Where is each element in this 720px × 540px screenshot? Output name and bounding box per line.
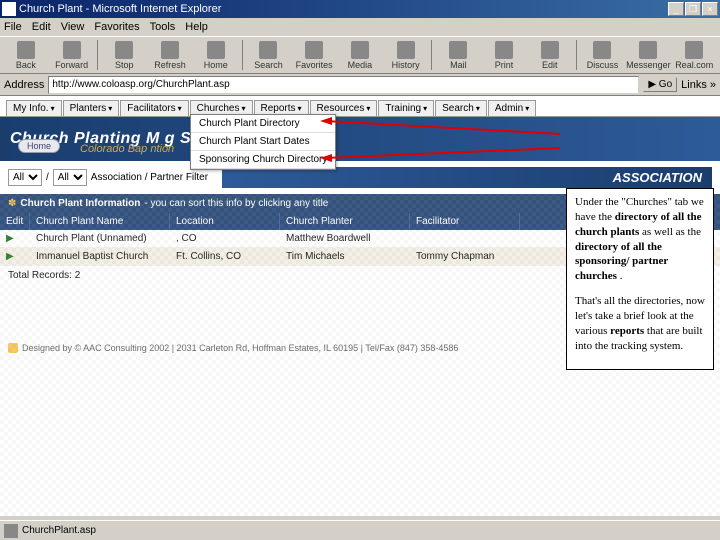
discuss-label: Discuss	[587, 60, 619, 70]
annot-text: as well as the	[642, 226, 701, 238]
status-text: ChurchPlant.asp	[22, 525, 96, 536]
edit-label: Edit	[542, 60, 558, 70]
messenger-button[interactable]: Messenger	[626, 38, 670, 72]
close-button[interactable]: ×	[702, 2, 718, 16]
dropdown-church-plant-directory[interactable]: Church Plant Directory	[191, 115, 335, 133]
media-icon	[351, 41, 369, 59]
address-label: Address	[4, 79, 44, 91]
back-button[interactable]: Back	[4, 38, 48, 72]
annot-bold: reports	[610, 325, 644, 337]
back-icon	[17, 41, 35, 59]
realcom-icon	[685, 41, 703, 59]
messenger-label: Messenger	[626, 60, 671, 70]
toolbar: Back Forward Stop Refresh Home Search Fa…	[0, 36, 720, 74]
realcom-label: Real.com	[675, 60, 713, 70]
app-banner: Home Church Planting M g System Colorado…	[0, 117, 720, 161]
filter-label: Association / Partner Filter	[91, 172, 208, 183]
media-label: Media	[348, 60, 373, 70]
tab-training[interactable]: Training	[378, 100, 434, 116]
menubar: File Edit View Favorites Tools Help	[0, 18, 720, 36]
minimize-button[interactable]: _	[668, 2, 684, 16]
print-label: Print	[495, 60, 514, 70]
discuss-button[interactable]: Discuss	[581, 38, 625, 72]
links-label[interactable]: Links »	[681, 79, 716, 91]
refresh-icon	[161, 41, 179, 59]
churches-dropdown: Church Plant Directory Church Plant Star…	[190, 114, 336, 170]
tab-myinfo[interactable]: My Info.	[6, 100, 62, 116]
restore-button[interactable]: ❐	[685, 2, 701, 16]
menu-tools[interactable]: Tools	[150, 21, 176, 33]
tab-facilitators[interactable]: Facilitators	[120, 100, 188, 116]
tab-search[interactable]: Search	[435, 100, 487, 116]
menu-view[interactable]: View	[61, 21, 85, 33]
stop-label: Stop	[115, 60, 134, 70]
filter-partner-select[interactable]: All	[53, 169, 87, 186]
edit-button[interactable]: Edit	[528, 38, 572, 72]
search-button[interactable]: Search	[247, 38, 291, 72]
annot-text: .	[620, 270, 623, 282]
back-label: Back	[16, 60, 36, 70]
tab-planters[interactable]: Planters	[63, 100, 120, 116]
mail-button[interactable]: Mail	[436, 38, 480, 72]
window-title: Church Plant - Microsoft Internet Explor…	[19, 3, 668, 15]
history-label: History	[392, 60, 420, 70]
realcom-button[interactable]: Real.com	[672, 38, 716, 72]
favorites-icon	[305, 41, 323, 59]
status-icon	[4, 524, 18, 538]
menu-edit[interactable]: Edit	[32, 21, 51, 33]
app-tabs: My Info. Planters Facilitators Churches …	[0, 96, 720, 117]
banner-home-button[interactable]: Home	[18, 139, 60, 153]
mail-label: Mail	[450, 60, 467, 70]
go-label: Go	[659, 79, 672, 90]
forward-icon	[63, 41, 81, 59]
association-header: ASSOCIATION	[222, 167, 712, 188]
stop-button[interactable]: Stop	[102, 38, 146, 72]
search-icon	[259, 41, 277, 59]
messenger-icon	[639, 41, 657, 59]
dropdown-church-plant-start-dates[interactable]: Church Plant Start Dates	[191, 133, 335, 151]
refresh-label: Refresh	[154, 60, 186, 70]
home-label: Home	[204, 60, 228, 70]
print-button[interactable]: Print	[482, 38, 526, 72]
menu-favorites[interactable]: Favorites	[94, 21, 139, 33]
filter-slash: /	[46, 172, 49, 183]
go-button[interactable]: ▶ Go	[643, 77, 677, 92]
menu-file[interactable]: File	[4, 21, 22, 33]
history-button[interactable]: History	[384, 38, 428, 72]
media-button[interactable]: Media	[338, 38, 382, 72]
menu-help[interactable]: Help	[185, 21, 208, 33]
forward-button[interactable]: Forward	[50, 38, 94, 72]
home-icon	[207, 41, 225, 59]
history-icon	[397, 41, 415, 59]
annotation-box: Under the "Churches" tab we have the dir…	[566, 188, 714, 370]
banner-subtitle: Colorado Bap ntion	[80, 143, 174, 155]
statusbar: ChurchPlant.asp	[0, 520, 720, 540]
home-button[interactable]: Home	[194, 38, 238, 72]
refresh-button[interactable]: Refresh	[148, 38, 192, 72]
stop-icon	[115, 41, 133, 59]
filter-assoc-select[interactable]: All	[8, 169, 42, 186]
dropdown-sponsoring-church-directory[interactable]: Sponsoring Church Directory	[191, 151, 335, 169]
forward-label: Forward	[55, 60, 88, 70]
search-label: Search	[254, 60, 283, 70]
tab-admin[interactable]: Admin	[488, 100, 536, 116]
favorites-button[interactable]: Favorites	[292, 38, 336, 72]
discuss-icon	[593, 41, 611, 59]
ie-icon	[2, 2, 16, 16]
edit-icon	[541, 41, 559, 59]
print-icon	[495, 41, 513, 59]
mail-icon	[449, 41, 467, 59]
address-input[interactable]	[48, 76, 639, 94]
favorites-label: Favorites	[296, 60, 333, 70]
